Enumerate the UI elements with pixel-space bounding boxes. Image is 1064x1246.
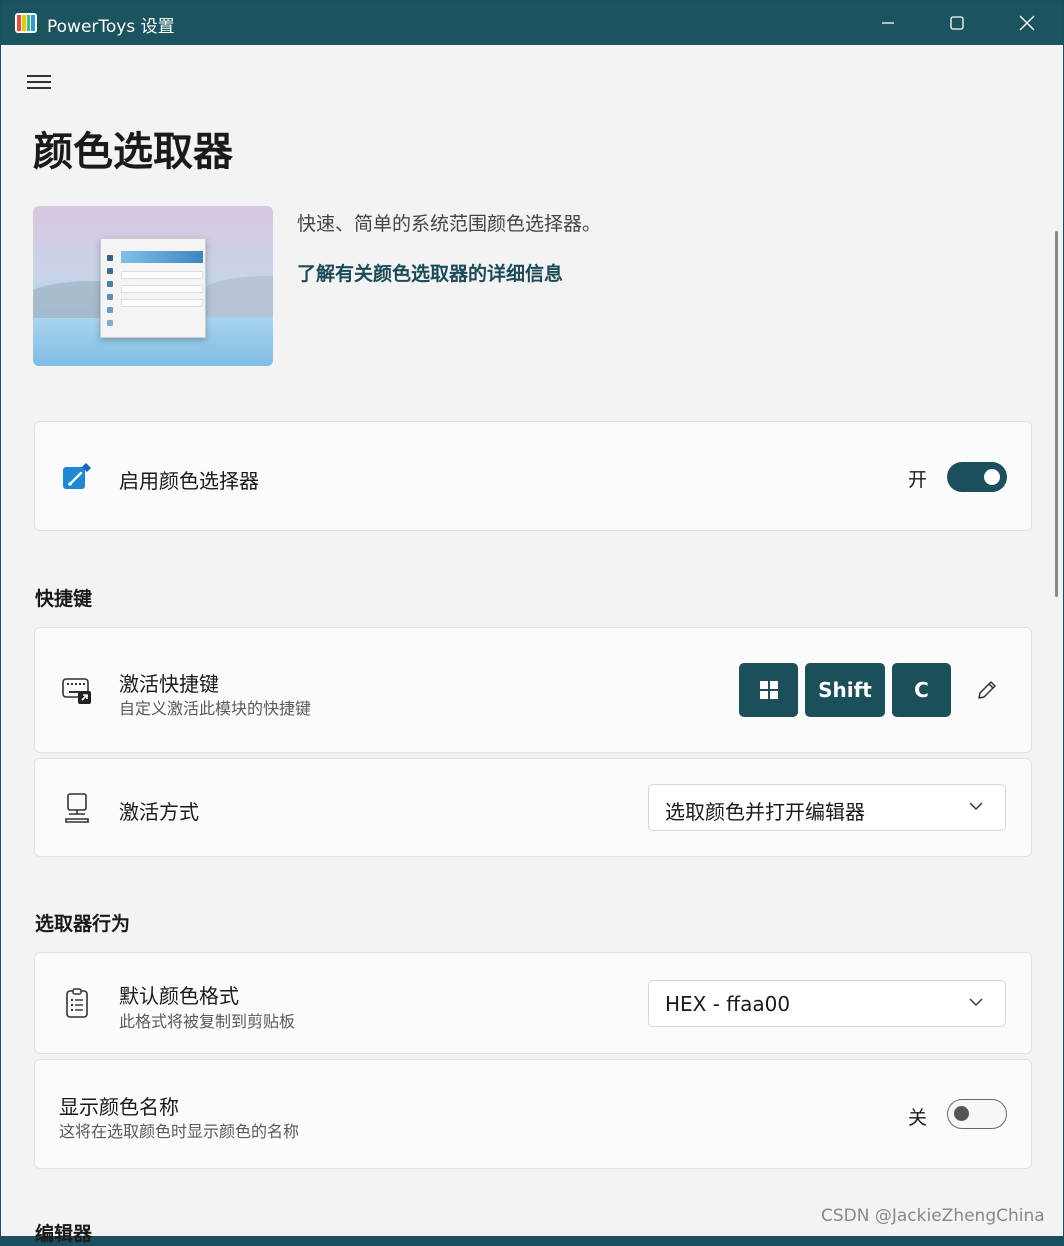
activation-behavior-label: 激活方式	[119, 800, 199, 824]
watermark: CSDN @JackieZhengChina	[821, 1206, 1045, 1226]
monitor-icon	[61, 792, 93, 824]
default-color-format-description: 此格式将被复制到剪贴板	[119, 1012, 296, 1031]
activation-shortcut-card: 激活快捷键 自定义激活此模块的快捷键 Shift C	[34, 627, 1032, 753]
default-color-format-dropdown[interactable]: HEX - ffaa00	[648, 980, 1006, 1027]
show-color-name-description: 这将在选取颜色时显示颜色的名称	[59, 1122, 300, 1141]
enable-color-picker-card: 启用颜色选择器 开	[34, 421, 1032, 531]
default-color-format-card: 默认颜色格式 此格式将被复制到剪贴板 HEX - ffaa00	[34, 952, 1032, 1054]
color-picker-icon	[61, 461, 93, 493]
module-description: 快速、简单的系统范围颜色选择器。	[297, 213, 602, 235]
show-color-name-label: 显示颜色名称	[59, 1095, 179, 1119]
show-color-name-state-text: 关	[908, 1107, 928, 1129]
learn-more-link[interactable]: 了解有关颜色选取器的详细信息	[297, 259, 563, 286]
section-title-shortcuts: 快捷键	[35, 588, 93, 610]
activation-shortcut-label: 激活快捷键	[119, 672, 219, 696]
enable-state-text: 开	[908, 469, 928, 491]
shortcut-key-shift: Shift	[805, 663, 885, 717]
close-button[interactable]	[992, 1, 1062, 45]
show-color-name-card: 显示颜色名称 这将在选取颜色时显示颜色的名称 关	[34, 1059, 1032, 1169]
section-title-editor: 编辑器	[35, 1223, 93, 1245]
page-title: 颜色选取器	[33, 129, 233, 175]
shortcut-key-c: C	[892, 663, 951, 717]
shortcut-key-win	[739, 663, 798, 717]
close-icon	[1019, 15, 1035, 31]
minimize-icon	[882, 22, 894, 24]
clipboard-list-icon	[61, 987, 93, 1019]
show-color-name-toggle[interactable]	[947, 1099, 1007, 1129]
activation-behavior-card: 激活方式 选取颜色并打开编辑器	[34, 758, 1032, 857]
keyboard-shortcut-icon	[61, 674, 93, 706]
window-title: PowerToys 设置	[47, 17, 175, 37]
default-color-format-selected: HEX - ffaa00	[665, 992, 791, 1016]
activation-behavior-selected: 选取颜色并打开编辑器	[665, 800, 865, 824]
maximize-icon	[950, 16, 964, 30]
activation-behavior-dropdown[interactable]: 选取颜色并打开编辑器	[648, 784, 1006, 831]
section-title-picker-behavior: 选取器行为	[35, 913, 131, 935]
powertoys-settings-window: PowerToys 设置 颜色选取器 快速、简单的系统范围颜色选择器。 了解有关…	[0, 0, 1064, 1245]
hamburger-icon[interactable]	[27, 71, 51, 91]
enable-toggle[interactable]	[947, 462, 1007, 492]
maximize-button[interactable]	[922, 1, 992, 45]
windows-logo-icon	[759, 681, 778, 699]
activation-shortcut-description: 自定义激活此模块的快捷键	[119, 699, 312, 718]
chevron-down-icon	[969, 998, 983, 1006]
hero-image	[33, 206, 273, 366]
pencil-icon[interactable]	[971, 674, 1003, 706]
powertoys-app-icon	[15, 13, 37, 33]
chevron-down-icon	[969, 802, 983, 810]
default-color-format-label: 默认颜色格式	[119, 984, 239, 1008]
enable-label: 启用颜色选择器	[119, 469, 259, 493]
vertical-scrollbar[interactable]	[1055, 231, 1058, 597]
title-bar: PowerToys 设置	[1, 1, 1063, 45]
minimize-button[interactable]	[853, 1, 923, 45]
